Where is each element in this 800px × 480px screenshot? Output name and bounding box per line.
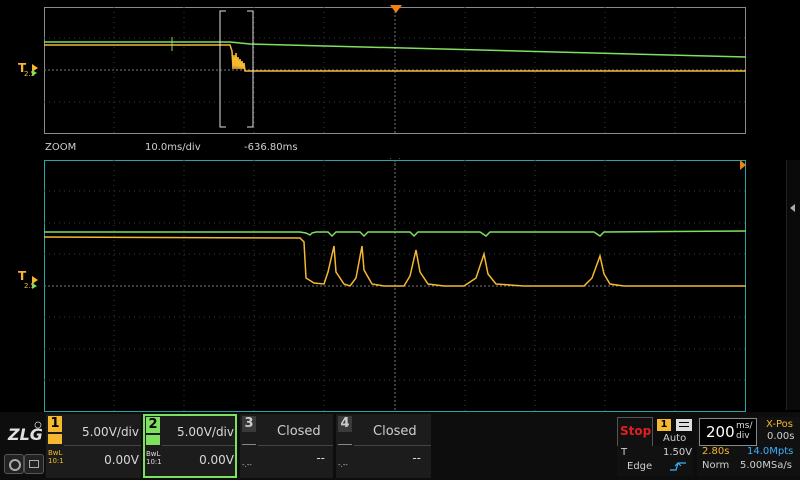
channel-2-coupling-icon: [146, 435, 160, 445]
trigger-position-marker-main[interactable]: [390, 5, 402, 13]
channel-4-panel[interactable]: 4 Closed -.-- --: [336, 414, 431, 478]
channel-4-offset[interactable]: --: [412, 451, 421, 465]
channel-2-bw: BwL: [146, 450, 161, 458]
rising-edge-icon: [668, 461, 688, 471]
zoom-position: -636.80ms: [244, 142, 298, 153]
ch2-arrow-zoom: [32, 283, 37, 289]
zoom-timebase: 10.0ms/div: [145, 142, 201, 153]
channel-4-coupling-icon: [338, 436, 352, 445]
channel-4-status[interactable]: Closed: [373, 424, 417, 439]
channel-3-status[interactable]: Closed: [277, 424, 321, 439]
channel-1-vdiv[interactable]: 5.00V/div: [82, 425, 139, 439]
zoom-right-marker[interactable]: [740, 160, 746, 170]
channel-4-number: 4: [338, 416, 352, 432]
channel-2-vdiv[interactable]: 5.00V/div: [177, 425, 234, 439]
channel-4-sub: -.--: [338, 461, 348, 469]
channel-3-coupling-icon: [242, 436, 256, 445]
screenshot-icon[interactable]: [24, 454, 44, 474]
timebase-unit-top: ms/: [736, 421, 753, 431]
trigger-level[interactable]: 1.50V: [663, 447, 692, 458]
timebase-box[interactable]: 200 ms/ div: [699, 418, 757, 446]
channel-1-coupling-icon: [48, 434, 62, 444]
trigger-mode[interactable]: Auto: [663, 433, 686, 444]
channel-1-number: 1: [48, 416, 62, 432]
zlg-logo-icon: ZLG: [7, 421, 42, 444]
record-length: 14.0Mpts: [747, 446, 794, 457]
channel-3-sub: -.--: [242, 461, 252, 469]
main-waveform-svg: [44, 7, 746, 134]
trigger-label: T: [621, 447, 628, 458]
channel-3-number: 3: [242, 416, 256, 432]
channel-1-offset[interactable]: 0.00V: [104, 453, 139, 467]
trigger-source: 1: [657, 419, 671, 431]
channel-1-bw: BwL: [48, 449, 63, 457]
brand-logo: ZLG: [6, 420, 42, 446]
zoom-label: ZOOM: [45, 142, 77, 153]
record-time: 2.80s: [702, 446, 730, 457]
sample-rate: 5.00MSa/s: [740, 460, 792, 471]
side-panel-toggle[interactable]: [786, 160, 800, 410]
channel-1-probe: 10:1: [48, 457, 64, 465]
touch-lock-icon[interactable]: [4, 454, 24, 474]
main-waveform-window[interactable]: [44, 7, 746, 134]
channel-3-offset[interactable]: --: [316, 451, 325, 465]
zoom-waveform-svg: [44, 160, 746, 412]
xpos-value[interactable]: 0.00s: [767, 431, 794, 442]
xpos-label: X-Pos: [766, 419, 793, 430]
zoom-waveform-window[interactable]: [44, 160, 746, 412]
trigger-slope-icon: [676, 419, 692, 431]
timebase-unit-bottom: div: [736, 431, 750, 441]
channel-2-probe: 10:1: [146, 458, 162, 466]
timebase-value: 200: [706, 423, 735, 441]
ch2-arrow-main: [32, 70, 37, 76]
channel-2-panel[interactable]: 2 BwL 10:1 5.00V/div 0.00V: [143, 414, 237, 478]
channel-2-number: 2: [146, 417, 160, 433]
run-state-label: Stop: [620, 424, 652, 438]
channel-2-offset[interactable]: 0.00V: [199, 453, 234, 467]
trigger-level-marker-zoom[interactable]: T: [18, 269, 26, 283]
channel-1-panel[interactable]: 1 BwL 10:1 5.00V/div 0.00V: [46, 414, 141, 478]
run-stop-button[interactable]: Stop: [617, 417, 653, 447]
trigger-type[interactable]: Edge: [627, 461, 652, 472]
channel-3-panel[interactable]: 3 Closed -.-- --: [240, 414, 333, 478]
acq-mode[interactable]: Norm: [702, 460, 729, 471]
chevron-left-icon: [790, 204, 795, 212]
